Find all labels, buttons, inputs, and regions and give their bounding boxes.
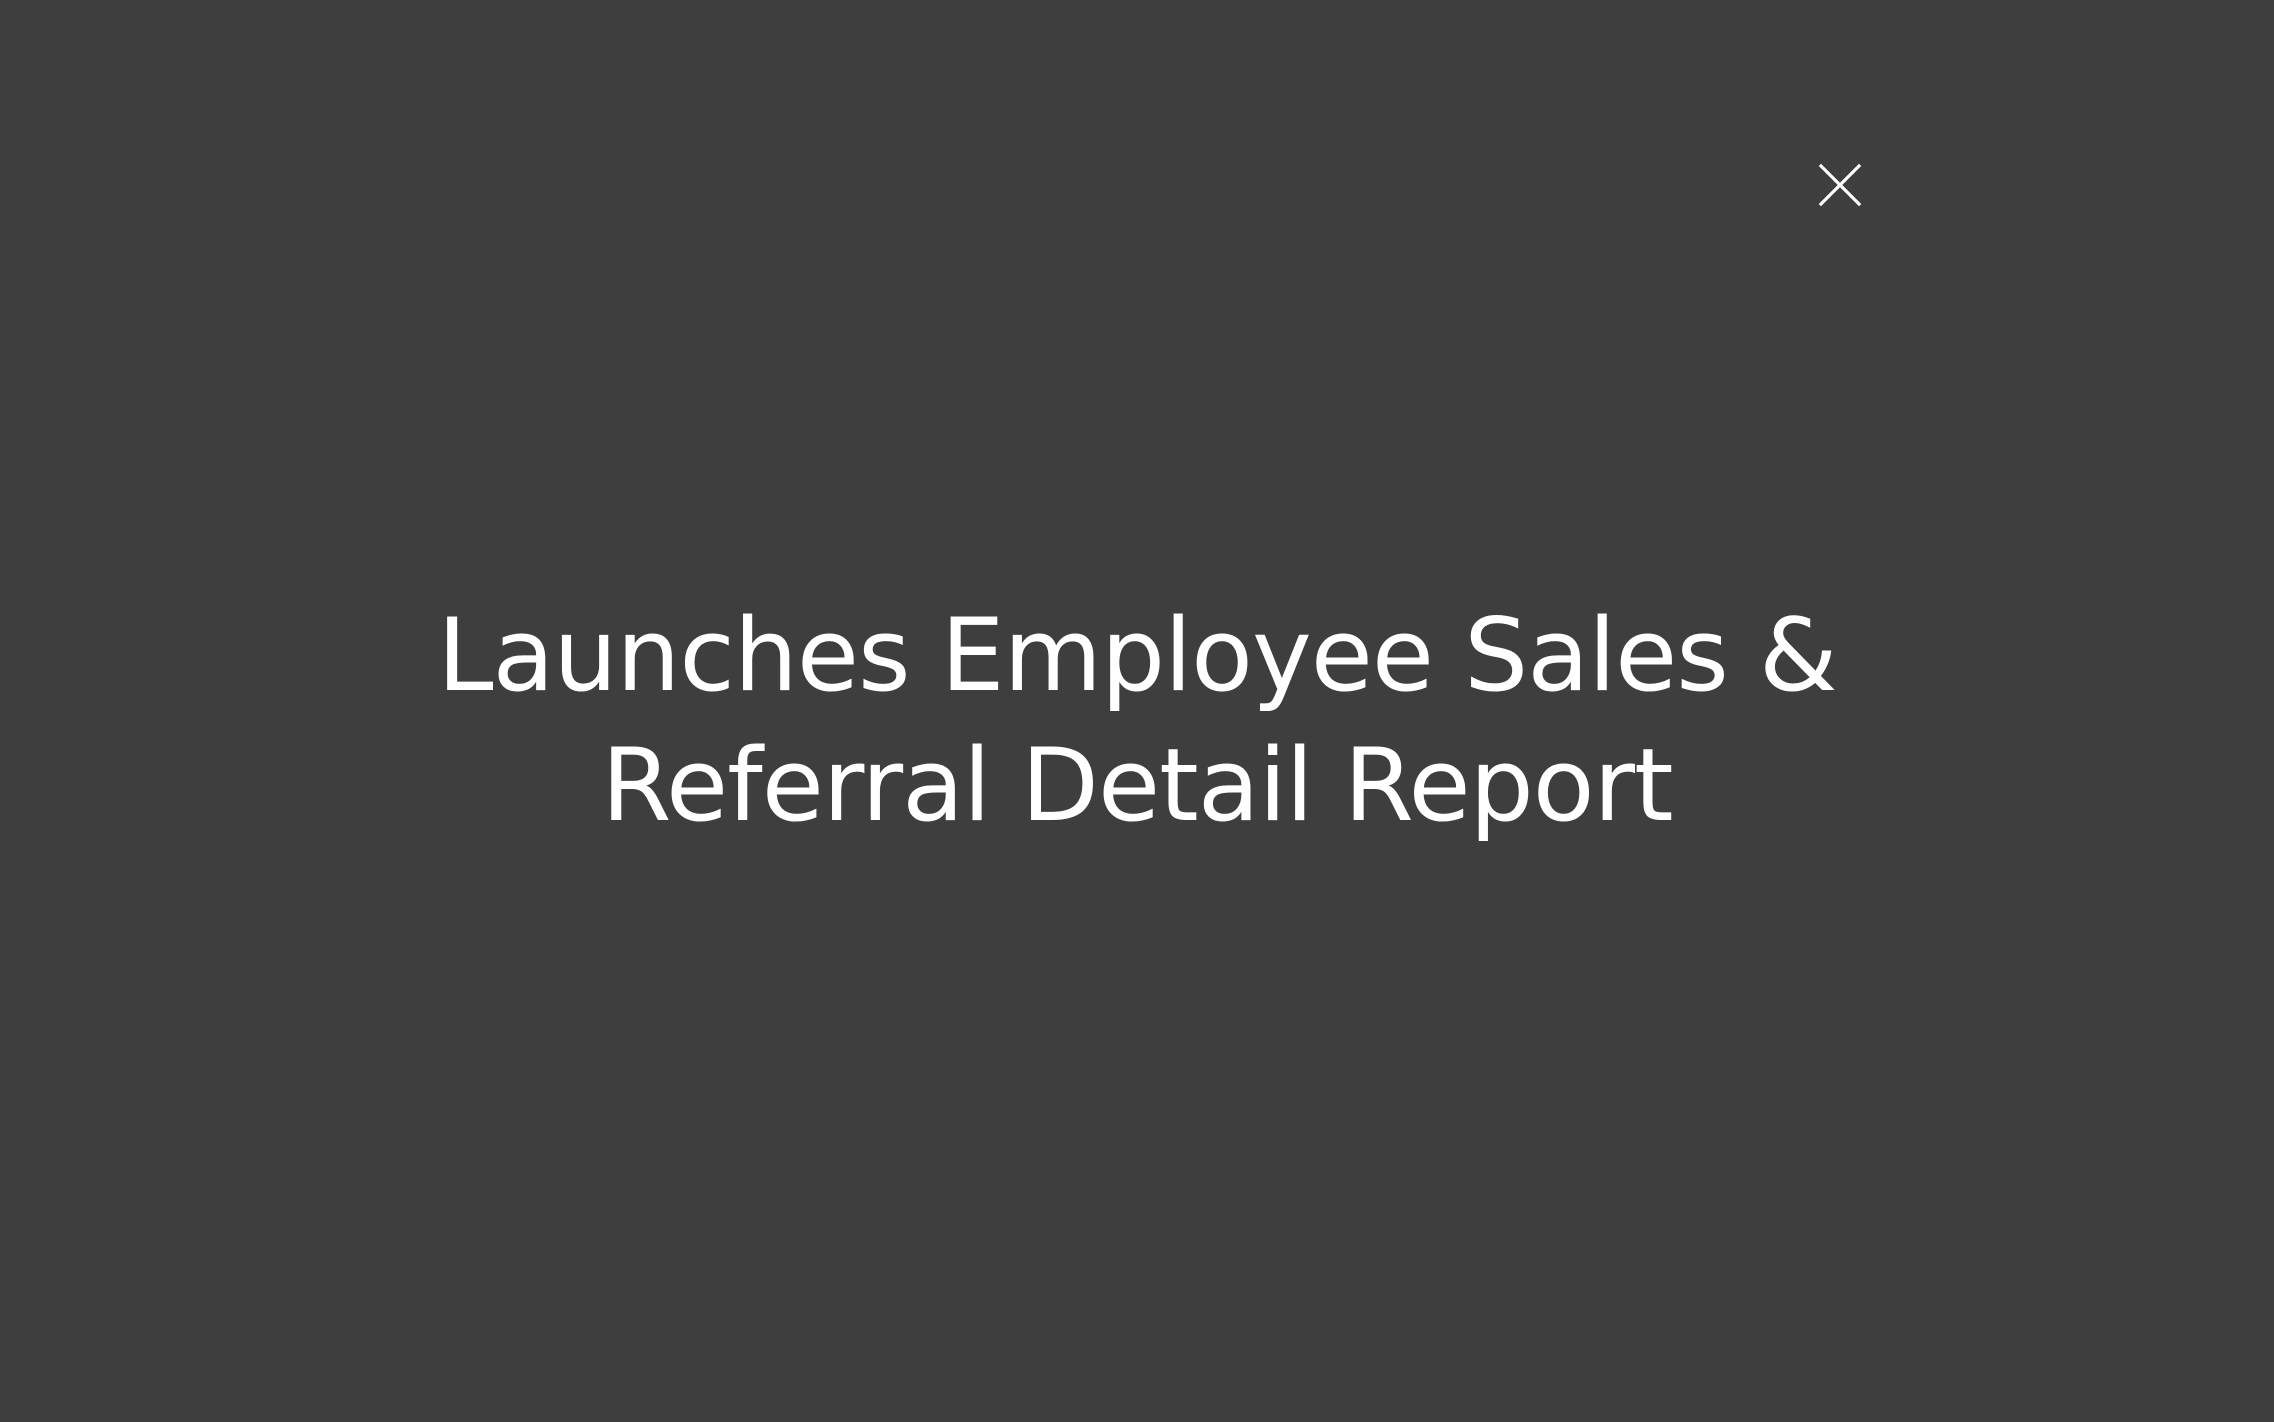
dialog-message-line-1: Launches Employee Sales & [437, 596, 1838, 714]
close-button[interactable] [1814, 159, 1866, 211]
dialog-message: Launches Employee Sales & Referral Detai… [0, 590, 2274, 850]
dialog-message-line-2: Referral Detail Report [601, 726, 1673, 844]
close-icon [1818, 163, 1862, 207]
